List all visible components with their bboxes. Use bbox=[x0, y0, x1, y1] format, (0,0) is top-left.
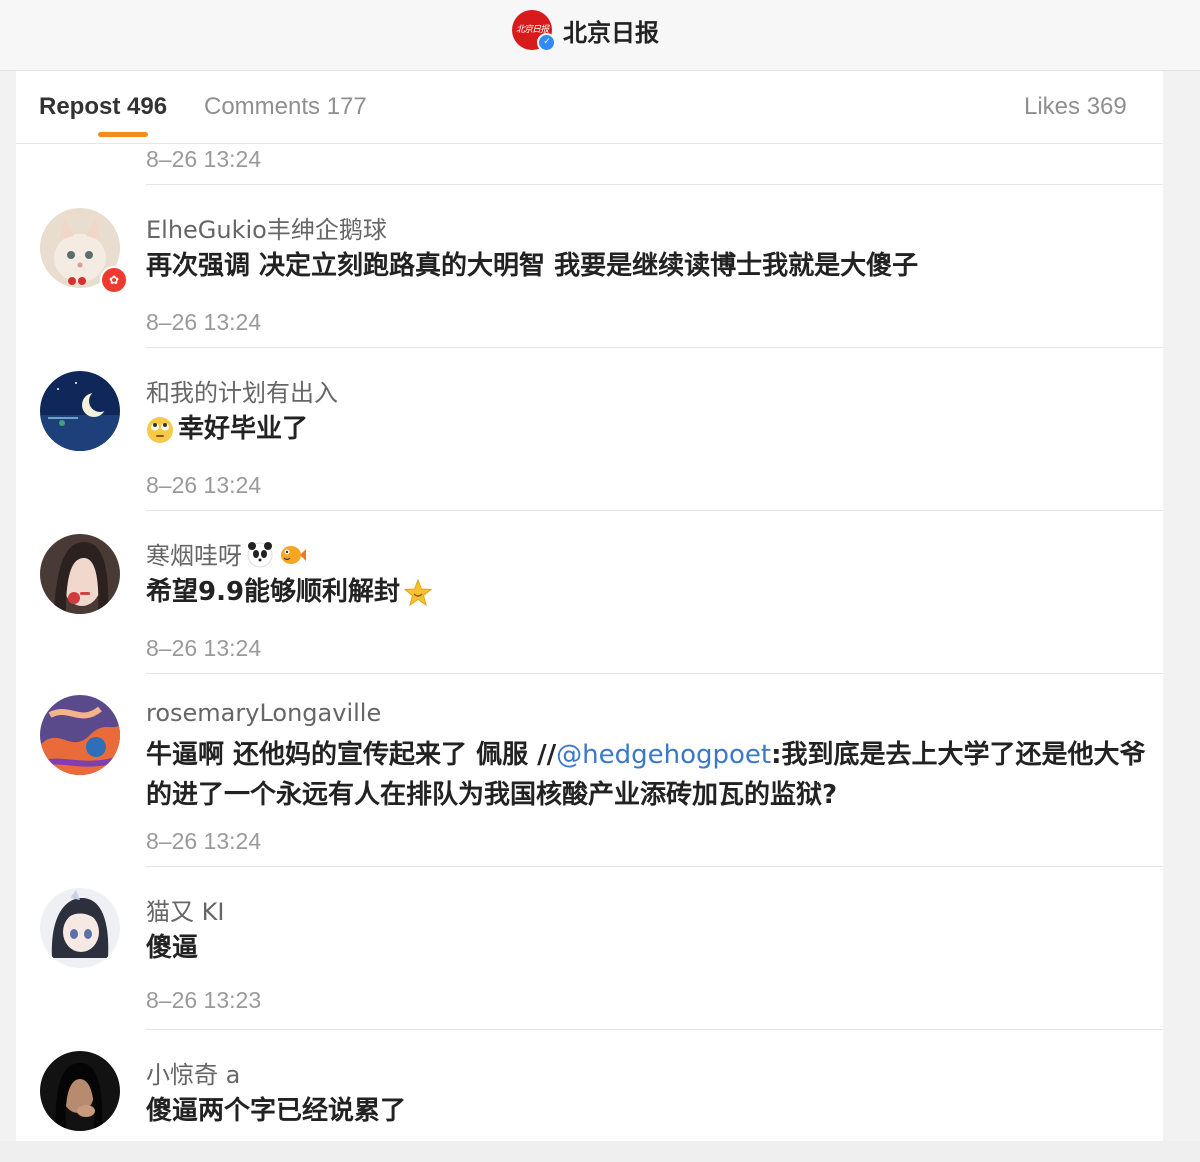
repost-text: 再次强调 决定立刻跑路真的大明智 我要是继续读博士我就是大傻子 bbox=[146, 251, 919, 281]
bottom-bar bbox=[0, 1141, 1200, 1162]
timestamp: 8–26 13:24 bbox=[146, 828, 262, 854]
repost-text-before: 牛逼啊 还他妈的宣传起来了 佩服 // bbox=[146, 740, 557, 770]
star-emoji bbox=[403, 578, 433, 607]
eye-roll-emoji bbox=[146, 416, 174, 444]
tab-comments[interactable]: Comments 177 bbox=[204, 93, 367, 121]
username[interactable]: 小惊奇 a bbox=[146, 1055, 240, 1090]
list-item[interactable]: rosemaryLongaville 牛逼啊 还他妈的宣传起来了 佩服 //@h… bbox=[16, 675, 1163, 867]
account-logo: 北京日报 ✓ bbox=[512, 10, 556, 52]
username[interactable]: 和我的计划有出入 bbox=[146, 373, 338, 408]
timestamp: 8–26 13:24 bbox=[146, 309, 262, 335]
item-body: 猫又 KI 傻逼 8–26 13:23 bbox=[146, 868, 1163, 1030]
anime-girl-avatar[interactable] bbox=[40, 888, 120, 968]
username[interactable]: rosemaryLongaville bbox=[146, 699, 381, 727]
username-text: 寒烟哇呀 bbox=[146, 542, 242, 570]
active-tab-indicator bbox=[98, 132, 148, 137]
repost-text: 傻逼 bbox=[146, 933, 199, 963]
item-body: ElheGukio丰绅企鹅球 再次强调 决定立刻跑路真的大明智 我要是继续读博士… bbox=[146, 186, 1163, 348]
username[interactable]: 寒烟哇呀 bbox=[146, 536, 310, 571]
repost-text-content: 幸好毕业了 bbox=[178, 414, 309, 444]
item-body: 和我的计划有出入 幸好毕业了 8–26 13:24 bbox=[146, 349, 1163, 511]
timestamp: 8–26 13:24 bbox=[146, 472, 262, 498]
timestamp: 8–26 13:24 bbox=[146, 635, 262, 661]
top-bar: 北京日报 ✓ 北京日报 bbox=[0, 0, 1200, 71]
verified-icon: ✓ bbox=[537, 33, 556, 52]
previous-item-stub: 8–26 13:24 bbox=[146, 144, 1163, 185]
username[interactable]: 猫又 KI bbox=[146, 892, 224, 927]
tab-repost[interactable]: Repost 496 bbox=[39, 93, 167, 121]
repost-text: 傻逼两个字已经说累了 bbox=[146, 1096, 407, 1126]
list-item[interactable]: 寒烟哇呀 希望9.9能够顺利解封 8–26 13:24 bbox=[16, 512, 1163, 674]
mention-link[interactable]: @hedgehogpoet bbox=[556, 740, 771, 770]
painting-avatar[interactable] bbox=[40, 695, 120, 775]
username[interactable]: ElheGukio丰绅企鹅球 bbox=[146, 210, 387, 245]
account-header[interactable]: 北京日报 ✓ 北京日报 bbox=[512, 10, 659, 52]
girl-portrait-avatar[interactable] bbox=[40, 534, 120, 614]
list-item[interactable]: ✿ ElheGukio丰绅企鹅球 再次强调 决定立刻跑路真的大明智 我要是继续读… bbox=[16, 186, 1163, 348]
repost-text-content: 希望9.9能够顺利解封 bbox=[146, 577, 401, 607]
timestamp: 8–26 13:24 bbox=[146, 146, 262, 172]
item-body: 寒烟哇呀 希望9.9能够顺利解封 8–26 13:24 bbox=[146, 512, 1163, 674]
tab-likes[interactable]: Likes 369 bbox=[1024, 93, 1127, 121]
repost-panel: Repost 496 Comments 177 Likes 369 8–26 1… bbox=[16, 71, 1163, 1141]
list-item[interactable]: 小惊奇 a 傻逼两个字已经说累了 bbox=[16, 1031, 1163, 1141]
moon-night-avatar[interactable] bbox=[40, 371, 120, 451]
item-body: rosemaryLongaville 牛逼啊 还他妈的宣传起来了 佩服 //@h… bbox=[146, 675, 1163, 867]
dark-portrait-avatar[interactable] bbox=[40, 1051, 120, 1131]
item-body: 小惊奇 a 傻逼两个字已经说累了 bbox=[146, 1031, 1163, 1141]
fish-emoji bbox=[278, 540, 306, 568]
member-badge-icon: ✿ bbox=[100, 266, 128, 294]
repost-text: 幸好毕业了 bbox=[146, 409, 1146, 449]
repost-text: 希望9.9能够顺利解封 bbox=[146, 572, 1146, 612]
account-name: 北京日报 bbox=[563, 18, 659, 47]
list-item[interactable]: 猫又 KI 傻逼 8–26 13:23 bbox=[16, 868, 1163, 1030]
repost-text: 牛逼啊 还他妈的宣传起来了 佩服 //@hedgehogpoet:我到底是去上大… bbox=[146, 735, 1146, 815]
timestamp: 8–26 13:23 bbox=[146, 987, 262, 1013]
list-item[interactable]: 和我的计划有出入 幸好毕业了 8–26 13:24 bbox=[16, 349, 1163, 511]
tab-bar: Repost 496 Comments 177 Likes 369 bbox=[16, 71, 1163, 144]
panda-emoji bbox=[246, 540, 274, 568]
